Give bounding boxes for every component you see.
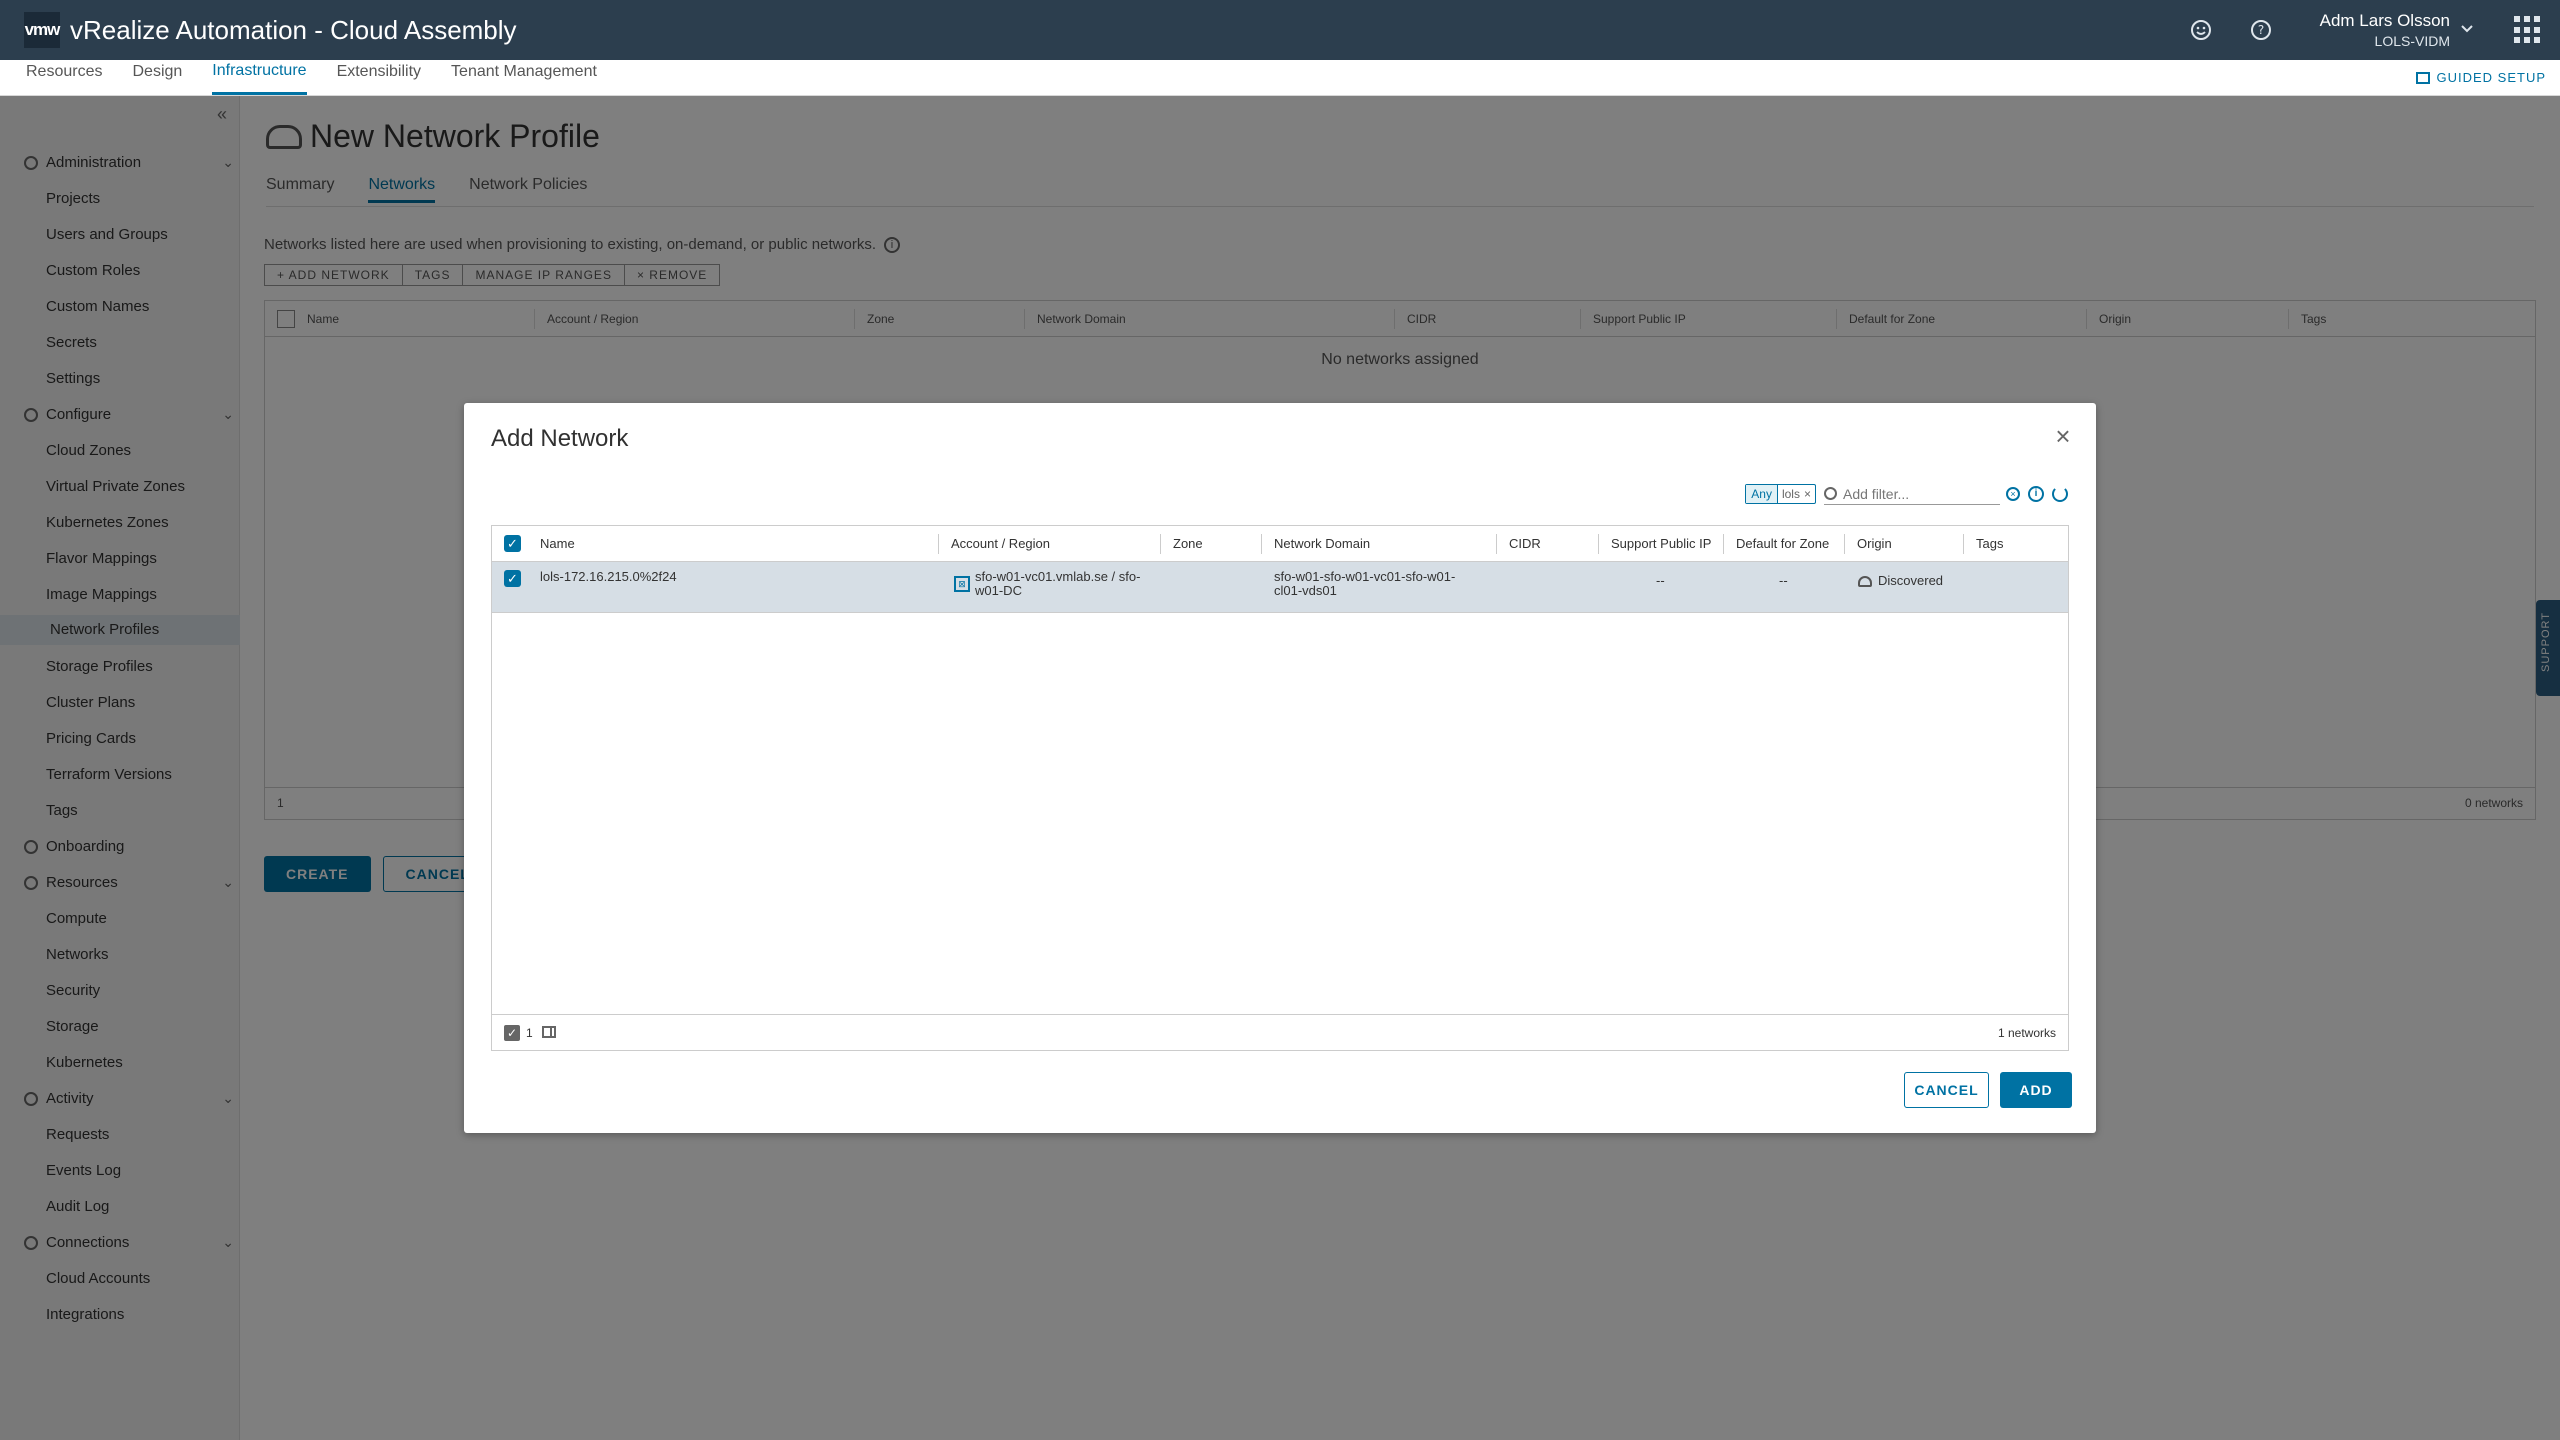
col-support-public-ip[interactable]: Support Public IP (1599, 526, 1724, 562)
table-row[interactable]: ✓ lols-172.16.215.0%2f24 ⊠ sfo-w01-vc01.… (492, 562, 2068, 613)
app-title: vRealize Automation - Cloud Assembly (70, 14, 517, 45)
col-network-domain[interactable]: Network Domain (1262, 526, 1497, 562)
cloud-icon (1858, 576, 1872, 587)
nav-tab-design[interactable]: Design (132, 59, 182, 95)
networks-count: 1 networks (1997, 1026, 2056, 1040)
row-default-for-zone: -- (1779, 573, 1788, 588)
row-origin: Discovered (1878, 573, 1944, 588)
user-org: LOLS-VIDM (2374, 33, 2450, 49)
nav-tab-extensibility[interactable]: Extensibility (337, 59, 421, 95)
app-header: vmw vRealize Automation - Cloud Assembly… (0, 0, 2560, 60)
info-icon[interactable]: i (2028, 486, 2044, 502)
dialog-title: Add Network (491, 425, 629, 452)
column-toggle-icon[interactable] (542, 1026, 556, 1038)
col-origin[interactable]: Origin (1845, 526, 1964, 562)
nav-tab-resources[interactable]: Resources (26, 59, 102, 95)
col-account-region[interactable]: Account / Region (939, 526, 1161, 562)
filter-placeholder: Add filter... (1843, 485, 1910, 502)
vmware-logo: vmw (24, 12, 60, 48)
row-domain-line1: sfo-w01-sfo-w01-vc01-sfo-w01- (1274, 569, 1456, 584)
nav-tab-tenant-management[interactable]: Tenant Management (451, 59, 597, 95)
filter-chip[interactable]: Any lols × (1745, 484, 1816, 504)
user-name: Adm Lars Olsson (2319, 11, 2450, 30)
header-right: ? Adm Lars Olsson LOLS-VIDM (2184, 0, 2560, 60)
nav-tab-infrastructure[interactable]: Infrastructure (212, 59, 307, 95)
selected-count: 1 (526, 1026, 533, 1040)
grid-footer: ✓ 1 1 networks (492, 1014, 2068, 1050)
map-icon (2416, 71, 2431, 84)
clear-filter-icon[interactable]: × (2006, 487, 2020, 501)
col-default-for-zone[interactable]: Default for Zone (1724, 526, 1845, 562)
guided-setup-link[interactable]: GUIDED SETUP (2416, 70, 2546, 85)
row-checkbox[interactable]: ✓ (504, 570, 521, 587)
cancel-button[interactable]: CANCEL (1904, 1072, 1989, 1108)
filter-input[interactable]: Add filter... (1824, 483, 2000, 505)
close-icon[interactable]: × (2052, 423, 2074, 449)
filter-chip-value: lols (1781, 487, 1800, 501)
search-icon (1824, 487, 1837, 500)
row-name: lols-172.16.215.0%2f24 (540, 569, 677, 584)
grid-header: ✓ Name Account / Region Zone Network Dom… (492, 526, 2068, 562)
apps-grid-icon[interactable] (2514, 16, 2542, 44)
remove-chip-icon[interactable]: × (1804, 485, 1815, 503)
col-name[interactable]: Name (528, 526, 939, 562)
col-cidr[interactable]: CIDR (1497, 526, 1599, 562)
add-network-dialog: Add Network × Any lols × Add filter... ×… (464, 403, 2096, 1133)
guided-setup-label: GUIDED SETUP (2436, 70, 2546, 85)
vsphere-account-icon: ⊠ (954, 576, 970, 592)
col-zone[interactable]: Zone (1161, 526, 1262, 562)
help-icon[interactable]: ? (2244, 13, 2278, 47)
row-account-line2: w01-DC (975, 583, 1022, 598)
refresh-icon[interactable] (2052, 486, 2068, 502)
row-support-public-ip: -- (1656, 573, 1665, 588)
selection-checkbox-icon: ✓ (504, 1025, 520, 1041)
row-domain-line2: cl01-vds01 (1274, 583, 1337, 598)
filter-chip-key: Any (1746, 485, 1778, 503)
add-network-grid: ✓ Name Account / Region Zone Network Dom… (491, 525, 2069, 1051)
row-account-line1: sfo-w01-vc01.vmlab.se / sfo- (975, 569, 1141, 584)
svg-text:?: ? (2257, 23, 2263, 37)
add-button[interactable]: ADD (2000, 1072, 2072, 1108)
filter-bar: Any lols × Add filter... × i (1745, 483, 2068, 505)
user-menu[interactable]: Adm Lars Olsson LOLS-VIDM (2320, 11, 2450, 49)
top-nav: Resources Design Infrastructure Extensib… (0, 60, 2560, 96)
select-all-checkbox[interactable]: ✓ (504, 535, 521, 552)
feedback-smiley-icon[interactable] (2184, 13, 2218, 47)
col-tags[interactable]: Tags (1964, 526, 2068, 562)
chevron-down-icon[interactable] (2460, 21, 2474, 39)
